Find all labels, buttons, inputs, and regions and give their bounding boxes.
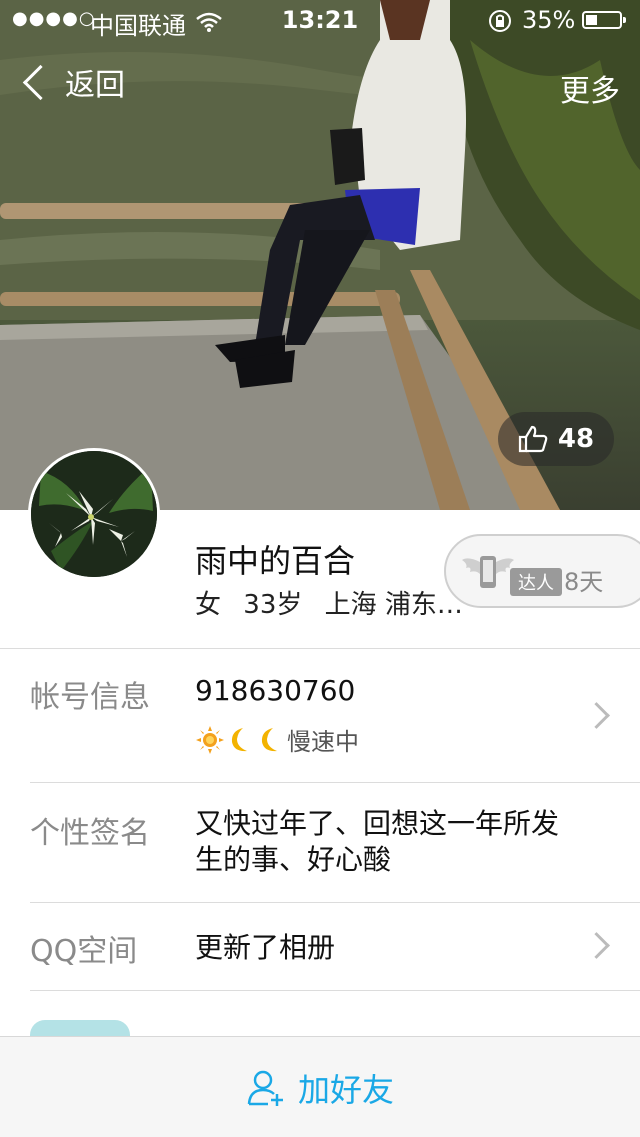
divider: [30, 990, 640, 991]
chevron-right-icon[interactable]: [583, 932, 610, 959]
profile-meta: 女 33岁 上海 浦东…: [195, 584, 477, 621]
status-bar: ●●●●○ 中国联通 13:21 35%: [0, 0, 640, 40]
divider: [30, 902, 640, 903]
level-status: 慢速中: [287, 728, 359, 756]
more-button[interactable]: 更多: [560, 66, 620, 110]
chevron-left-icon: [22, 64, 59, 100]
add-friend-label: 加好友: [297, 1071, 394, 1109]
add-user-icon: [247, 1070, 283, 1106]
location: 上海 浦东…: [324, 590, 463, 620]
qq-level: 慢速中: [195, 722, 359, 757]
qq-number: 918630760: [195, 674, 356, 707]
gender: 女: [195, 590, 222, 620]
qzone-update[interactable]: 更新了相册: [195, 926, 335, 966]
chevron-right-icon[interactable]: [583, 702, 610, 729]
profile-cover-photo[interactable]: ●●●●○ 中国联通 13:21 35% 返回 更多 48: [0, 0, 640, 510]
expert-days: 8天: [564, 568, 604, 596]
back-label: 返回: [65, 68, 125, 103]
age: 33岁: [243, 590, 303, 620]
add-friend-button[interactable]: 加好友: [0, 1065, 640, 1111]
nav-bar: 返回 更多: [0, 52, 640, 116]
divider: [0, 648, 640, 649]
avatar[interactable]: [28, 448, 160, 580]
avatar-lily-image: [31, 451, 157, 577]
moon-icon: [261, 727, 277, 751]
sun-icon: [196, 725, 224, 754]
battery-percentage: 35%: [522, 6, 576, 34]
moon-icon: [231, 727, 247, 751]
signature-label: 个性签名: [30, 816, 150, 851]
thumbs-up-icon: [518, 425, 548, 453]
bottom-action-bar: 加好友: [0, 1036, 640, 1137]
divider: [30, 782, 640, 783]
back-button[interactable]: 返回: [18, 60, 125, 104]
signature-text: 又快过年了、回想这一年所发生的事、好心酸: [195, 807, 560, 876]
rotation-lock-icon: [487, 8, 513, 40]
expert-label: 达人: [510, 568, 562, 596]
expert-badge-button[interactable]: 达人 8天: [444, 534, 640, 608]
winged-phone-icon: [462, 556, 514, 588]
nickname: 雨中的百合: [195, 542, 356, 580]
account-info-label: 帐号信息: [30, 680, 150, 715]
qzone-label: QQ空间: [30, 934, 138, 969]
battery-icon: [582, 11, 626, 29]
like-button[interactable]: 48: [498, 412, 614, 466]
like-count: 48: [557, 424, 595, 454]
